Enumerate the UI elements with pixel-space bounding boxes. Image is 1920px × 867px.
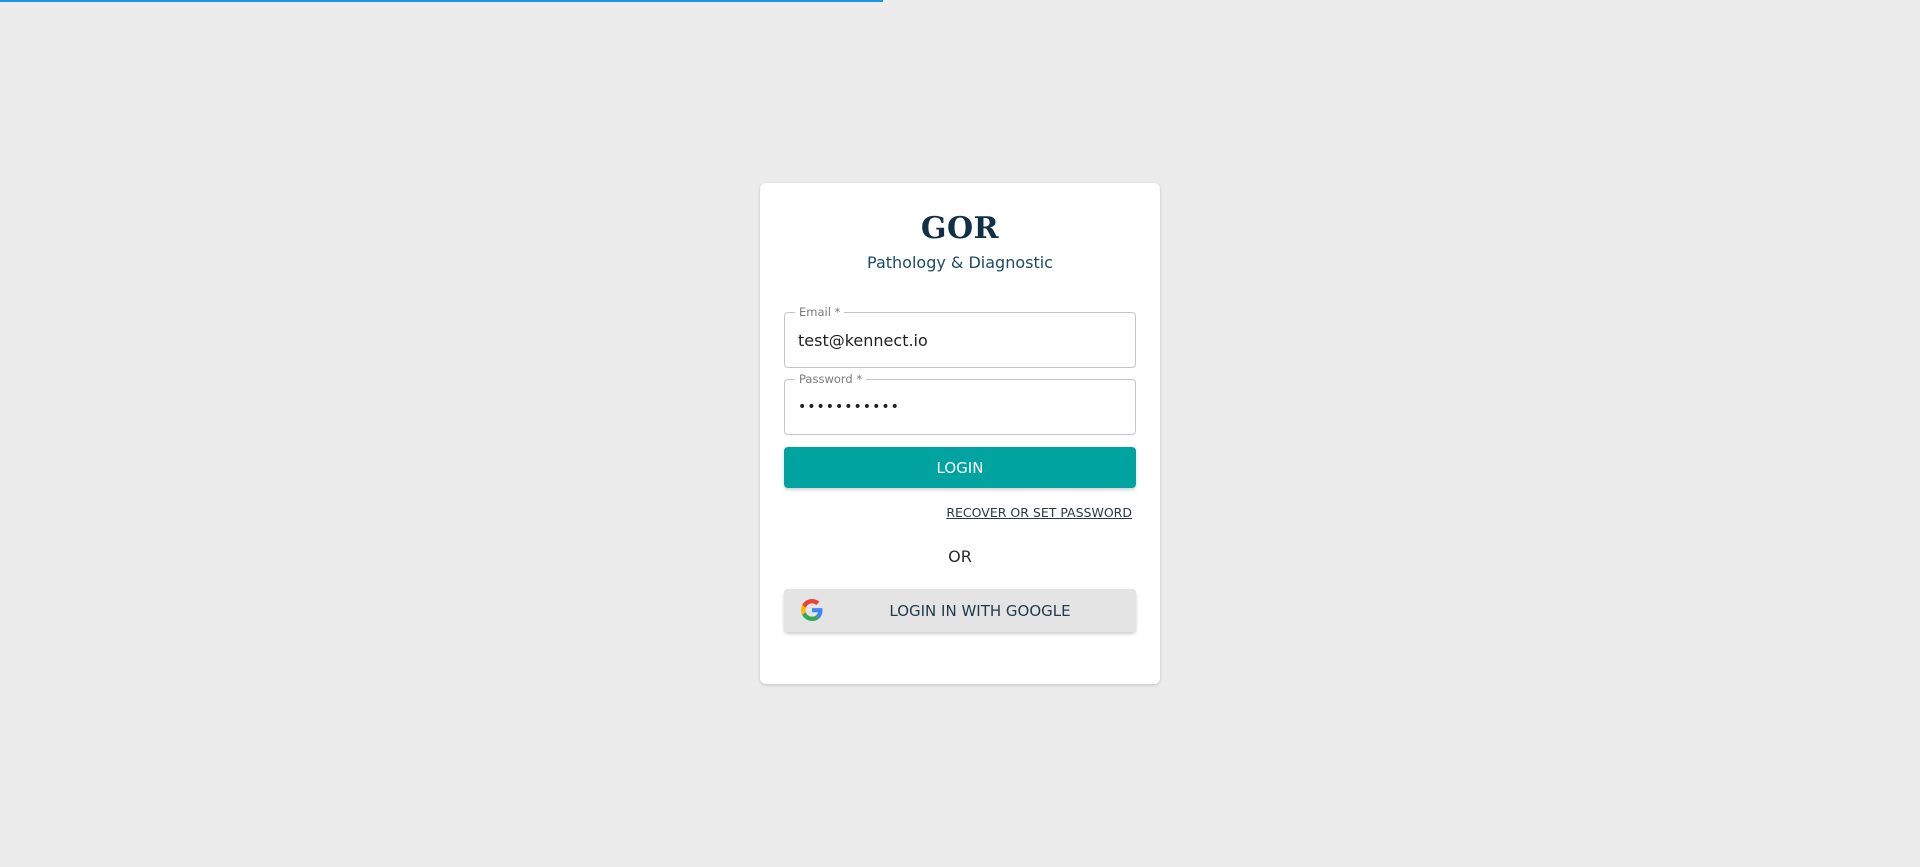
login-button[interactable]: LOGIN	[784, 447, 1136, 488]
google-login-label: LOGIN IN WITH GOOGLE	[889, 601, 1071, 620]
google-icon	[801, 599, 823, 621]
or-divider-text: OR	[948, 547, 972, 566]
password-field[interactable]: Password *	[784, 372, 1136, 435]
page-loading-progress-bar	[0, 0, 1920, 2]
google-login-button[interactable]: LOGIN IN WITH GOOGLE	[784, 589, 1136, 632]
login-card: GOR Pathology & Diagnostic Email * Passw…	[760, 183, 1160, 684]
brand-title: GOR	[920, 211, 1000, 246]
email-input[interactable]	[798, 313, 1118, 367]
email-field[interactable]: Email *	[784, 305, 1136, 368]
progress-bar-fill	[0, 0, 884, 2]
brand-subtitle: Pathology & Diagnostic	[867, 253, 1053, 272]
password-input[interactable]	[798, 380, 1118, 434]
recover-password-link[interactable]: RECOVER OR SET PASSWORD	[946, 505, 1132, 520]
